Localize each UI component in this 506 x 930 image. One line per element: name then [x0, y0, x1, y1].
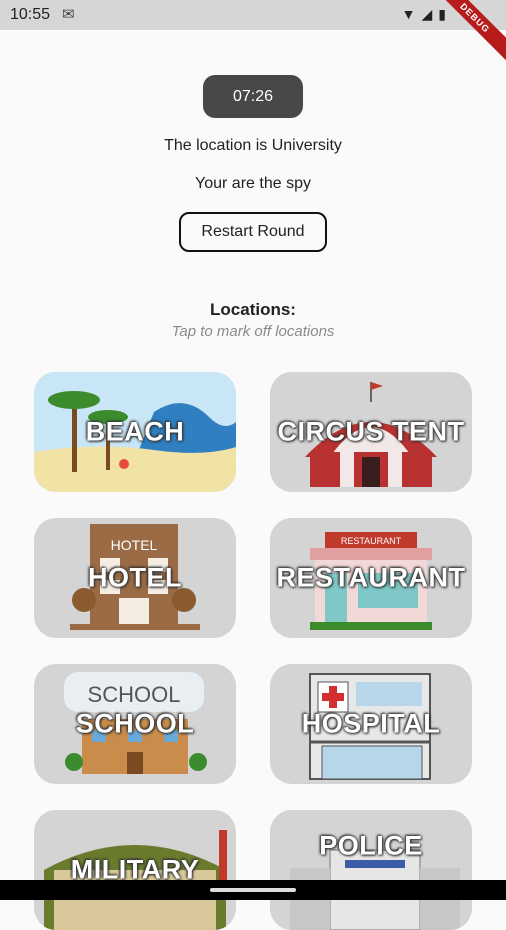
location-card-hospital[interactable]: HOSPITAL: [270, 664, 472, 784]
location-label: HOTEL: [88, 562, 182, 593]
location-card-circus-tent[interactable]: CIRCUS TENT: [270, 372, 472, 492]
restaurant-sign-text: RESTAURANT: [341, 536, 402, 546]
restart-round-button[interactable]: Restart Round: [179, 212, 327, 252]
location-label: RESTAURANT: [276, 562, 466, 593]
status-bar: 10:55 ✉ ▼ ◢ ▮: [0, 0, 506, 30]
locations-title: Locations:: [210, 300, 296, 319]
location-label: POLICE: [319, 830, 423, 861]
location-label: BEACH: [85, 416, 185, 447]
home-gesture-handle[interactable]: [210, 888, 296, 892]
location-card-police[interactable]: POLICE: [270, 810, 472, 930]
location-card-beach[interactable]: BEACH: [34, 372, 236, 492]
location-card-military[interactable]: MILITARY: [34, 810, 236, 930]
location-text: The location is University: [164, 137, 342, 154]
location-card-school[interactable]: SCHOOL SCHOOL: [34, 664, 236, 784]
police-illustration: [270, 810, 472, 930]
location-card-restaurant[interactable]: RESTAURANT RESTAURANT: [270, 518, 472, 638]
round-timer: 07:26: [203, 75, 303, 118]
hotel-sign-text: HOTEL: [111, 537, 158, 553]
role-text: Your are the spy: [195, 175, 311, 192]
location-label: HOSPITAL: [301, 708, 441, 739]
school-sign-text: SCHOOL: [88, 682, 181, 707]
gmail-icon: ✉: [62, 6, 75, 23]
battery-icon: ▮: [438, 6, 446, 22]
status-time: 10:55: [10, 6, 51, 23]
system-nav-bar: [0, 880, 506, 900]
wifi-icon: ▼: [401, 6, 416, 22]
location-label: CIRCUS TENT: [277, 416, 465, 447]
locations-subtitle: Tap to mark off locations: [171, 323, 335, 340]
location-card-hotel[interactable]: HOTEL HOTEL: [34, 518, 236, 638]
signal-icon: ◢: [421, 6, 433, 22]
status-icons: ▼ ◢ ▮: [402, 6, 446, 23]
location-label: SCHOOL: [75, 708, 195, 739]
